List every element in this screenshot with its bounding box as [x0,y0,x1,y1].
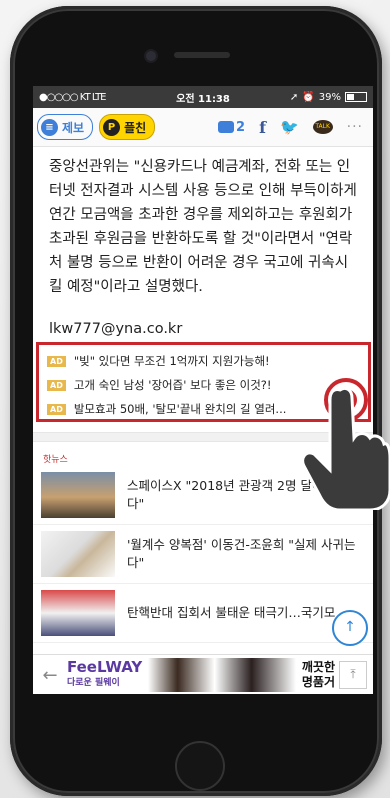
banner-image [148,658,296,692]
plus-friend-icon: P [103,118,121,136]
twitter-icon[interactable]: 🐦 [280,118,299,136]
hot-news-label: 핫뉴스 [43,455,68,465]
news-thumbnail [41,590,115,636]
list-icon: ≡ [41,118,58,136]
kakaotalk-icon[interactable]: TALK [312,120,333,134]
comment-icon [218,121,235,133]
front-camera [144,49,158,63]
ad-badge: AD [47,403,66,415]
home-button[interactable] [175,741,225,791]
battery-icon [345,92,367,102]
news-title: '월계수 양복점' 이동건-조윤희 "실제 사귀는다" [127,537,356,570]
bottom-ad-banner[interactable]: ← FeeLWAY 다로운 필웨이 깨끗한 명품거 ⤒ [33,654,373,694]
facebook-icon[interactable]: f [259,118,266,137]
pointing-hand-icon [301,386,390,510]
ad-badge: AD [47,355,66,367]
comment-count: 2 [236,119,246,135]
news-thumbnail [41,472,115,518]
reporter-email: lkw777@yna.co.kr [49,321,183,337]
plus-friend-button[interactable]: P 플친 [99,114,156,140]
article-toolbar: ≡ 제보 P 플친 2 f 🐦 TALK ··· [33,108,373,147]
news-thumbnail [41,531,115,577]
ad-badge: AD [47,379,66,391]
report-button[interactable]: ≡ 제보 [37,114,94,140]
ad-item[interactable]: AD "빚" 있다면 무조건 1억까지 지원가능해! [47,349,368,373]
article-body: 중앙선관위는 "신용카드나 예금계좌, 전화 또는 인터넷 전자결과 시스템 사… [49,159,357,295]
list-item[interactable]: 탄핵반대 집회서 불태운 태극기…국기모 [33,584,373,643]
news-title: 탄핵반대 집회서 불태운 태극기…국기모 [127,605,336,620]
more-icon[interactable]: ··· [347,119,363,135]
back-arrow-icon[interactable]: ← [33,665,67,686]
status-time: 오전 11:38 [176,93,230,105]
arrow-up-icon: ↑ [344,619,356,635]
scroll-top-button[interactable]: ↑ [332,610,368,646]
comment-button[interactable]: 2 [218,120,245,135]
banner-text: 깨끗한 명품거 [301,660,335,689]
arrow-up-icon[interactable]: ⤒ [339,661,367,689]
article-content: 중앙선관위는 "신용카드나 예금계좌, 전화 또는 인터넷 전자결과 시스템 사… [33,147,373,341]
list-item[interactable]: '월계수 양복점' 이동건-조윤희 "실제 사귀는다" [33,525,373,584]
earpiece-speaker [174,52,230,58]
banner-brand: FeeLWAY 다로운 필웨이 [67,658,143,688]
status-bar: ●○○○○ KT LTE 오전 11:38 ➚ ⏰ 39% [33,86,373,108]
